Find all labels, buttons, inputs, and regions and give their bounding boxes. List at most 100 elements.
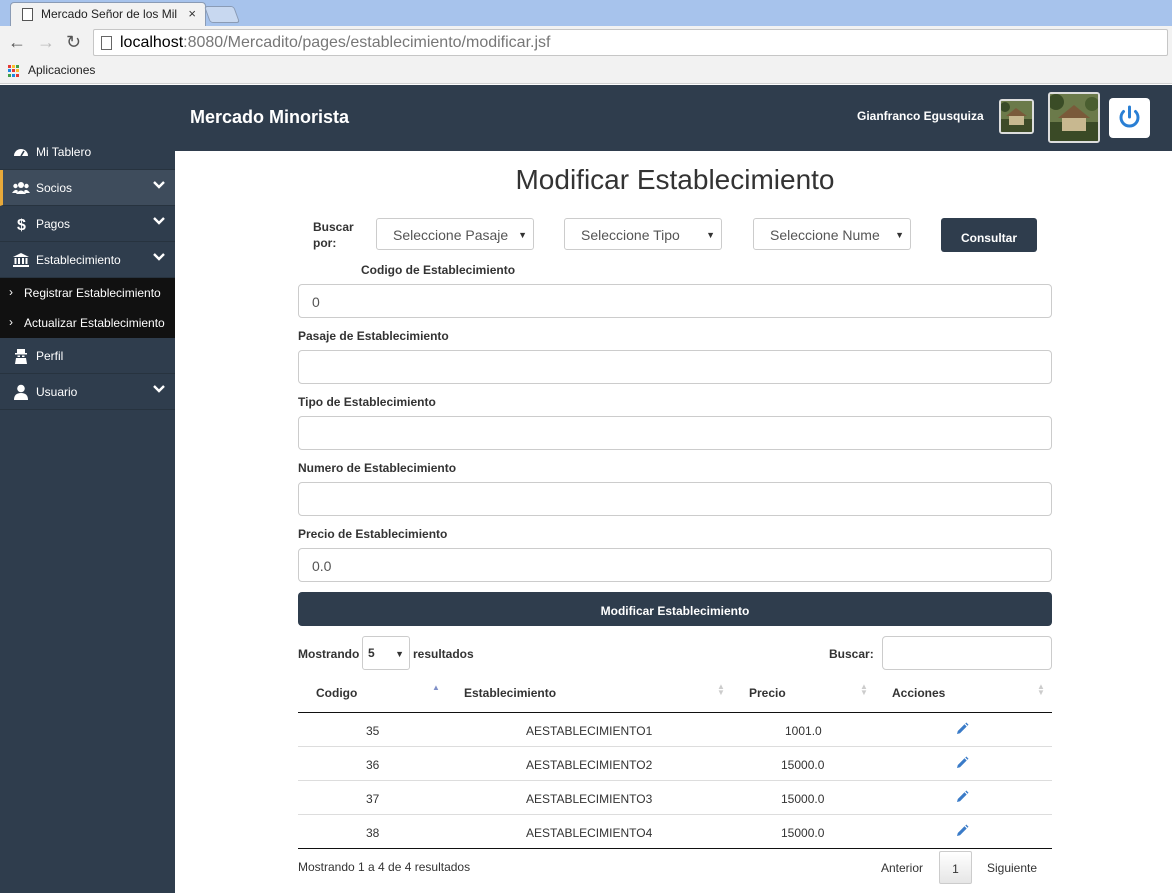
select-tipo[interactable]: Seleccione Tipo ▼ [564, 218, 722, 250]
chevron-down-icon [153, 385, 165, 393]
sidebar: Mi Tablero Socios $ Pagos Establecimient… [0, 134, 175, 893]
pagination-page-1[interactable]: 1 [939, 851, 972, 884]
sidebar-item-establecimiento[interactable]: Establecimiento [0, 242, 175, 278]
dollar-icon: $ [17, 217, 26, 233]
select-pasaje-value: Seleccione Pasaje [393, 227, 509, 243]
col-acciones[interactable]: Acciones [892, 686, 945, 700]
address-bar[interactable]: localhost:8080/Mercadito/pages/estableci… [93, 29, 1168, 56]
modify-button[interactable]: Modificar Establecimiento [298, 592, 1052, 626]
dashboard-icon [14, 149, 28, 157]
consult-button[interactable]: Consultar [941, 218, 1037, 252]
sidebar-item-perfil[interactable]: Perfil [0, 338, 175, 374]
sort-both-icon[interactable]: ▲ ▼ [717, 683, 725, 697]
svg-text:$: $ [17, 217, 26, 233]
col-codigo[interactable]: Codigo [316, 686, 357, 700]
pencil-icon[interactable] [955, 824, 969, 838]
table-row: 38 AESTABLECIMIENTO4 15000.0 [298, 815, 1052, 849]
bookmark-apps[interactable]: Aplicaciones [28, 63, 95, 77]
sort-both-icon[interactable]: ▲ ▼ [1037, 683, 1045, 697]
select-pasaje[interactable]: Seleccione Pasaje ▼ [376, 218, 534, 250]
reload-icon[interactable]: ↻ [66, 32, 81, 52]
col-establecimiento[interactable]: Establecimiento [464, 686, 556, 700]
url-path: :8080/Mercadito/pages/establecimiento/mo… [183, 34, 551, 51]
chevron-right-icon: › [9, 315, 13, 329]
precio-input[interactable]: 0.0 [298, 548, 1052, 582]
chevron-right-icon: › [9, 285, 13, 299]
length-prefix: Mostrando [298, 647, 360, 661]
cell-codigo: 38 [366, 826, 380, 840]
browser-tab[interactable]: Mercado Señor de los Mil × [10, 2, 206, 26]
table-row: 36 AESTABLECIMIENTO2 15000.0 [298, 747, 1052, 781]
sort-asc-icon[interactable]: ▲ [432, 684, 440, 692]
cell-establecimiento: AESTABLECIMIENTO1 [526, 724, 653, 738]
length-suffix: resultados [413, 647, 474, 661]
label-pasaje: Pasaje de Establecimiento [298, 329, 449, 343]
caret-down-icon: ▼ [895, 230, 904, 240]
cell-precio: 1001.0 [785, 724, 822, 738]
codigo-input[interactable]: 0 [298, 284, 1052, 318]
select-numero-value: Seleccione Nume [770, 227, 880, 243]
sidebar-subitem-label: Registrar Establecimiento [24, 286, 161, 300]
caret-down-icon: ▼ [706, 230, 715, 240]
cell-precio: 15000.0 [781, 758, 825, 772]
tipo-input[interactable] [298, 416, 1052, 450]
sidebar-item-label: Usuario [36, 385, 78, 399]
sidebar-item-label: Perfil [36, 349, 64, 363]
select-numero[interactable]: Seleccione Nume ▼ [753, 218, 911, 250]
sidebar-item-pagos[interactable]: $ Pagos [0, 206, 175, 242]
table-info: Mostrando 1 a 4 de 4 resultados [298, 860, 471, 874]
sort-both-icon[interactable]: ▲ ▼ [860, 683, 868, 697]
browser-tab-strip: Mercado Señor de los Mil × [0, 0, 1172, 26]
label-numero: Numero de Establecimiento [298, 461, 457, 475]
avatar-large[interactable] [1048, 92, 1100, 143]
page-title: Modificar Establecimiento [515, 164, 835, 195]
app-header: Mercado Minorista Gianfranco Egusquiza [0, 85, 1172, 151]
pencil-icon[interactable] [955, 790, 969, 804]
browser-toolbar: ← → ↻ localhost:8080/Mercadito/pages/est… [0, 26, 1172, 59]
sidebar-subitem-actualizar[interactable]: › Actualizar Establecimiento [0, 308, 175, 338]
numero-input[interactable] [298, 482, 1052, 516]
select-tipo-value: Seleccione Tipo [581, 227, 680, 243]
tab-close-icon[interactable]: × [188, 6, 196, 21]
sidebar-item-usuario[interactable]: Usuario [0, 374, 175, 410]
user-icon [14, 384, 28, 400]
cell-codigo: 35 [366, 724, 380, 738]
search-by-label: Buscar por: [313, 219, 354, 251]
col-precio[interactable]: Precio [749, 686, 786, 700]
brand-title[interactable]: Mercado Minorista [190, 107, 349, 128]
sidebar-subitem-registrar[interactable]: › Registrar Establecimiento [0, 278, 175, 308]
sidebar-item-socios[interactable]: Socios [0, 170, 175, 206]
pencil-icon[interactable] [955, 756, 969, 770]
table-header: Codigo ▲ Establecimiento ▲ ▼ Precio ▲ ▼ Ac… [298, 676, 1052, 713]
pasaje-input[interactable] [298, 350, 1052, 384]
label-tipo: Tipo de Establecimiento [298, 395, 436, 409]
pencil-icon[interactable] [955, 722, 969, 736]
chevron-down-icon [153, 253, 165, 261]
table-search-input[interactable] [882, 636, 1052, 670]
user-name: Gianfranco Egusquiza [857, 109, 984, 123]
back-arrow-icon[interactable]: ← [8, 32, 26, 52]
table-search-label: Buscar: [829, 647, 874, 661]
cell-codigo: 37 [366, 792, 380, 806]
sidebar-subitem-label: Actualizar Establecimiento [24, 316, 165, 330]
pagination-previous[interactable]: Anterior [881, 861, 923, 875]
avatar-small[interactable] [999, 99, 1034, 134]
chevron-down-icon [153, 181, 165, 189]
forward-arrow-icon[interactable]: → [37, 32, 55, 52]
establishments-table: Codigo ▲ Establecimiento ▲ ▼ Precio ▲ ▼ Ac… [298, 676, 1052, 849]
label-precio: Precio de Establecimiento [298, 527, 448, 541]
sidebar-item-label: Mi Tablero [36, 145, 92, 159]
power-button[interactable] [1109, 98, 1150, 138]
page-icon [22, 8, 33, 21]
new-tab-button[interactable] [203, 6, 241, 23]
cell-establecimiento: AESTABLECIMIENTO2 [526, 758, 653, 772]
search-by-label-line1: Buscar [313, 220, 354, 234]
page-length-select[interactable]: 5 ▼ [362, 636, 410, 670]
page-info-icon[interactable] [101, 36, 112, 50]
cell-precio: 15000.0 [781, 792, 825, 806]
pagination-next[interactable]: Siguiente [987, 861, 1037, 875]
sidebar-item-mi-tablero[interactable]: Mi Tablero [0, 134, 175, 170]
cell-precio: 15000.0 [781, 826, 825, 840]
apps-grid-icon[interactable] [8, 65, 20, 77]
search-by-label-line2: por: [313, 236, 337, 250]
